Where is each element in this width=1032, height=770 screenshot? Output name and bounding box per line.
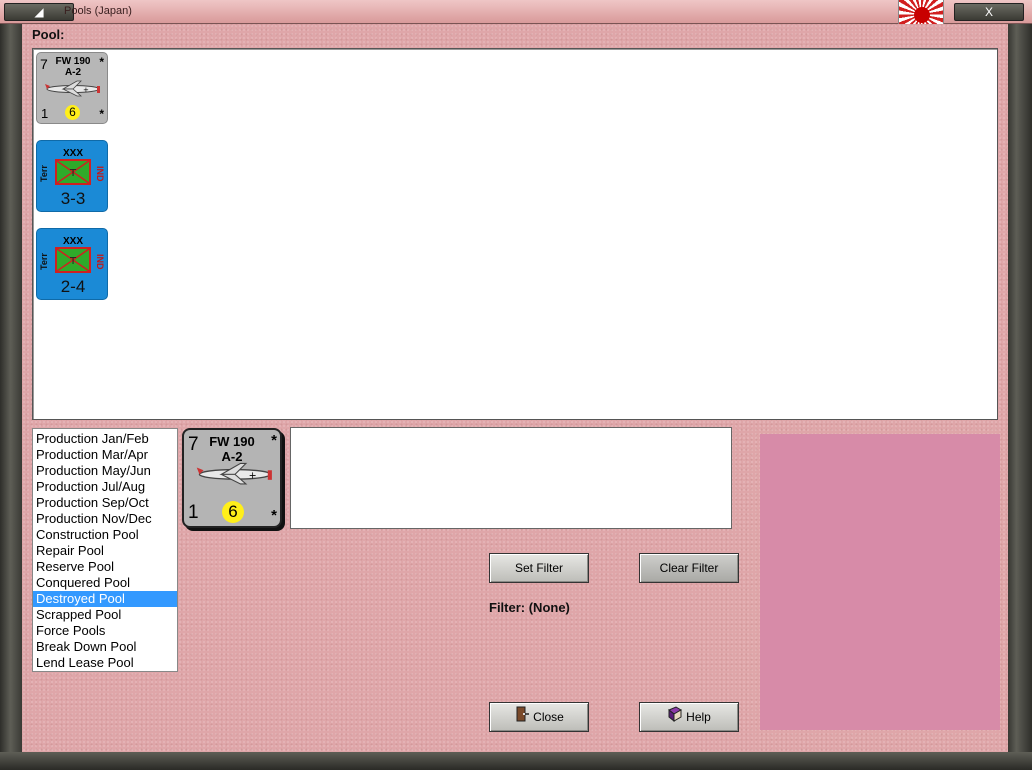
unit-symbol: T <box>69 256 77 267</box>
pool-type-list[interactable]: Production Jan/Feb Production Mar/Apr Pr… <box>32 428 178 672</box>
unit-counter-land[interactable]: XXX Terr T IND 2-4 <box>36 228 108 300</box>
unit-counter-air[interactable]: 7 FW 190 A-2 * + 1 6 * <box>36 52 108 124</box>
close-door-icon <box>514 704 530 732</box>
unit-name-line1: FW 190 <box>55 56 91 67</box>
pool-label: Pool: <box>32 27 65 42</box>
territorial-unit-icon: T <box>55 159 91 185</box>
fighter-plane-icon: + <box>196 462 272 485</box>
unit-size: XXX <box>62 148 83 159</box>
unit-flag-bottom: * <box>99 107 104 121</box>
system-menu-icon: ◢ <box>34 5 44 19</box>
pool-list-item[interactable]: Scrapped Pool <box>33 607 177 623</box>
unit-info-box <box>290 427 732 529</box>
unit-strength: 3-3 <box>60 189 86 208</box>
pool-list-item[interactable]: Production Sep/Oct <box>33 495 177 511</box>
pool-list-item[interactable]: Production Nov/Dec <box>33 511 177 527</box>
unit-nation-label: IND <box>95 254 105 270</box>
set-filter-button[interactable]: Set Filter <box>489 553 589 583</box>
pool-list-item[interactable]: Force Pools <box>33 623 177 639</box>
fighter-plane-icon: + <box>45 80 100 97</box>
help-label: Help <box>686 710 711 724</box>
svg-text:+: + <box>249 470 257 481</box>
rising-sun-flag-icon <box>898 0 944 24</box>
set-filter-label: Set Filter <box>514 561 563 575</box>
unit-move: 1 <box>188 502 199 523</box>
pool-list-item[interactable]: Production Jul/Aug <box>33 479 177 495</box>
close-button[interactable]: Close <box>489 702 589 732</box>
help-button[interactable]: Help <box>639 702 739 732</box>
pool-list-item[interactable]: Repair Pool <box>33 543 177 559</box>
unit-name: FW 190 A-2 <box>37 56 109 78</box>
title-bar: ◢ Pools (Japan) X <box>0 0 1032 24</box>
pool-list-item[interactable]: Production May/Jun <box>33 463 177 479</box>
territorial-unit-icon: T <box>55 247 91 273</box>
pool-list-item-selected[interactable]: Destroyed Pool <box>33 591 177 607</box>
pool-list-item[interactable]: Production Jan/Feb <box>33 431 177 447</box>
unit-symbol: T <box>69 168 77 179</box>
unit-name-line2: A-2 <box>64 67 82 78</box>
filter-status: Filter: (None) <box>489 600 570 615</box>
unit-flag-top: * <box>271 432 277 449</box>
unit-range: 6 <box>65 105 80 120</box>
unit-range: 6 <box>222 501 244 523</box>
unit-flag-bottom: * <box>271 507 277 524</box>
pool-list-item[interactable]: Lend Lease Pool <box>33 655 177 671</box>
clear-filter-label: Clear Filter <box>659 561 719 575</box>
unit-type-label: Terr <box>39 165 49 183</box>
pool-list-item[interactable]: Construction Pool <box>33 527 177 543</box>
unit-nation-label: IND <box>95 166 105 182</box>
svg-text:+: + <box>83 86 89 94</box>
unit-detail-panel <box>760 434 1000 730</box>
unit-strength: 2-4 <box>60 277 86 296</box>
close-window-button[interactable]: X <box>954 3 1024 21</box>
help-book-icon <box>667 704 683 732</box>
unit-flag-top: * <box>99 55 104 69</box>
pool-list-item[interactable]: Reserve Pool <box>33 559 177 575</box>
unit-type-label: Terr <box>39 253 49 271</box>
window-frame-right <box>1006 24 1032 754</box>
pool-list-item[interactable]: Production Mar/Apr <box>33 447 177 463</box>
window-title: Pools (Japan) <box>64 5 132 17</box>
unit-move: 1 <box>41 106 49 121</box>
dialog-client-area: Pool: 7 FW 190 A-2 * + 1 6 * XXX Terr T … <box>22 24 1008 754</box>
unit-size: XXX <box>62 236 83 247</box>
window-frame-bottom <box>0 752 1032 770</box>
unit-counter-land[interactable]: XXX Terr T IND 3-3 <box>36 140 108 212</box>
selected-unit-counter[interactable]: 7 FW 190 A-2 * + 1 6 * <box>182 428 282 528</box>
pool-list-item[interactable]: Conquered Pool <box>33 575 177 591</box>
clear-filter-button[interactable]: Clear Filter <box>639 553 739 583</box>
pool-unit-area[interactable]: 7 FW 190 A-2 * + 1 6 * XXX Terr T IND 3-… <box>32 48 998 420</box>
pool-list-item[interactable]: Break Down Pool <box>33 639 177 655</box>
unit-name-line1: FW 190 <box>209 434 255 449</box>
close-icon: X <box>984 5 993 19</box>
close-label: Close <box>533 710 564 724</box>
